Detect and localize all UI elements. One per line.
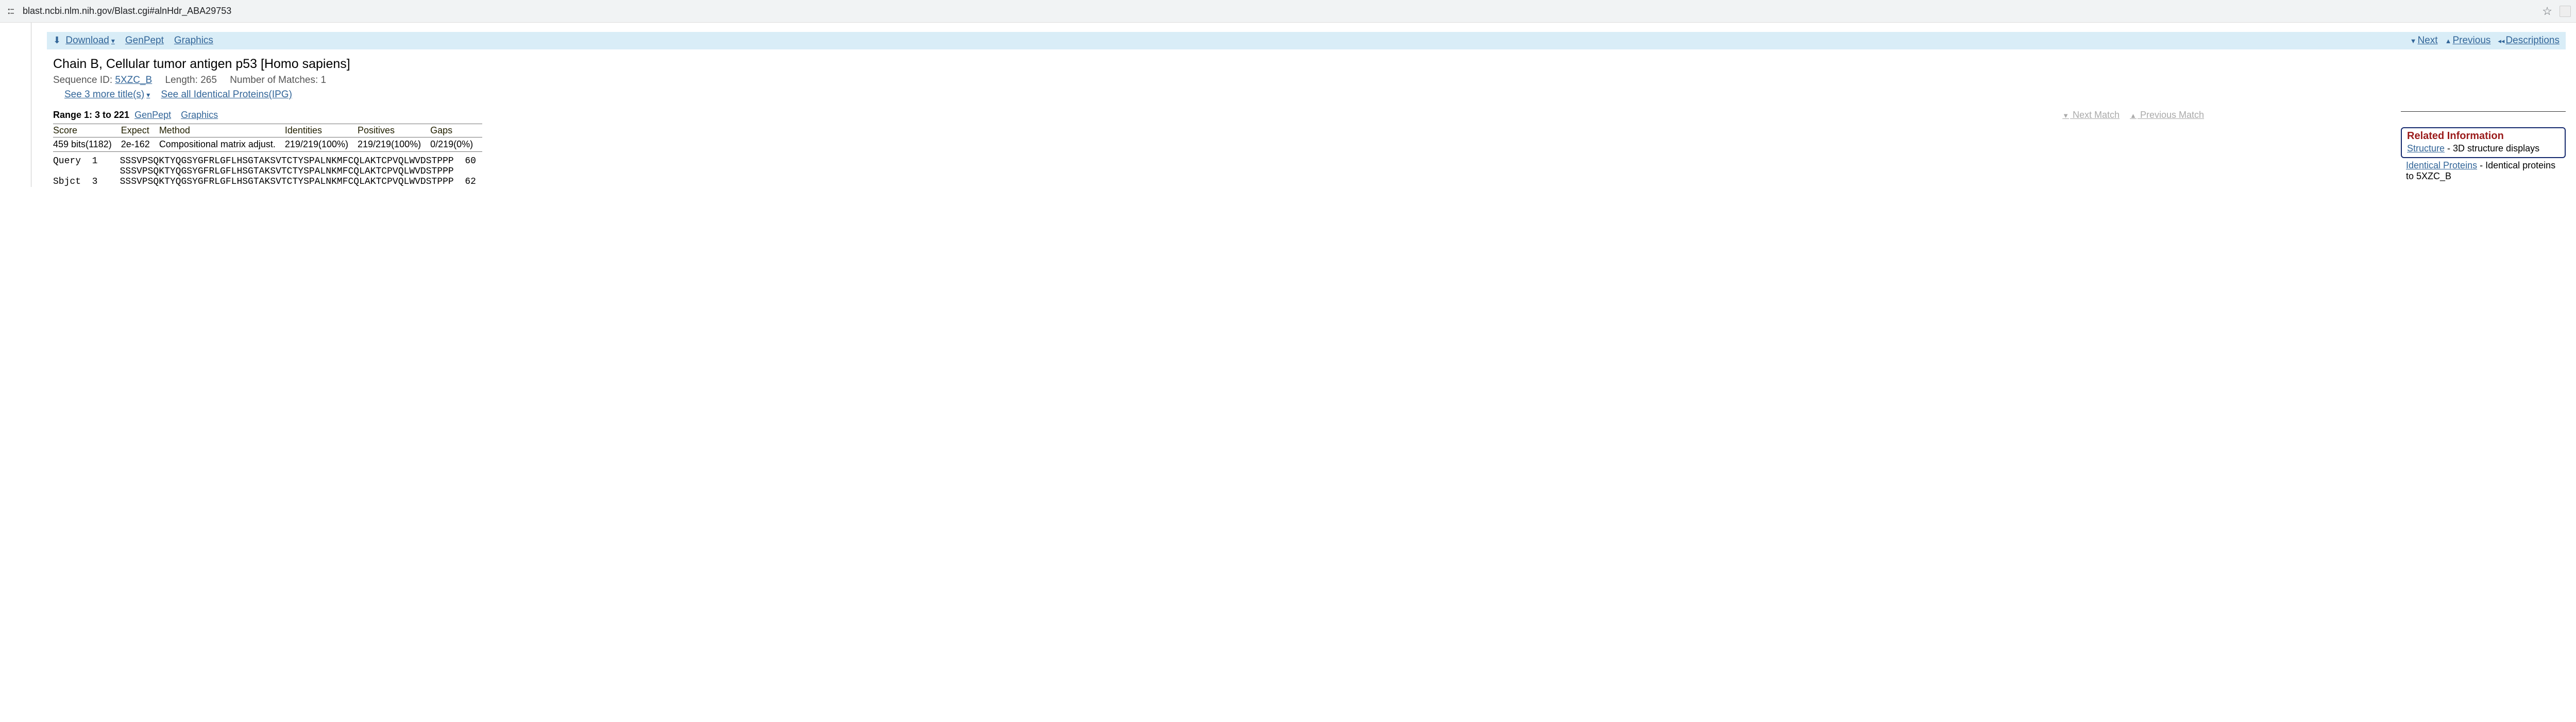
structure-desc: - 3D structure displays xyxy=(2445,143,2539,153)
previous-nav[interactable]: ▲Previous xyxy=(2445,35,2491,46)
next-link[interactable]: Next xyxy=(2418,35,2438,46)
next-match-nav: ▼ Next Match xyxy=(2062,110,2120,120)
genpept-link[interactable]: GenPept xyxy=(125,35,164,46)
triangle-up-icon: ▲ xyxy=(2445,37,2452,45)
descriptions-nav[interactable]: ◂◂Descriptions xyxy=(2498,35,2560,46)
download-icon: ⬇ xyxy=(53,35,61,45)
alignment-stats-table: Score Expect Method Identities Positives… xyxy=(53,124,482,152)
previous-link[interactable]: Previous xyxy=(2452,35,2490,46)
col-method: Method xyxy=(159,124,285,137)
sequence-title: Chain B, Cellular tumor antigen p53 [Hom… xyxy=(53,57,2374,72)
reader-mode-icon[interactable] xyxy=(2560,6,2571,17)
val-gaps: 0/219(0%) xyxy=(430,137,482,152)
sequence-meta: Sequence ID: 5XZC_B Length: 265 Number o… xyxy=(53,75,2374,86)
related-info-title: Related Information xyxy=(2407,130,2560,142)
identical-proteins-link[interactable]: Identical Proteins xyxy=(2406,160,2477,170)
prev-match-nav: ▲ Previous Match xyxy=(2130,110,2204,120)
related-info-box: Related Information Structure - 3D struc… xyxy=(2401,127,2566,158)
ipg-link[interactable]: See all Identical Proteins(IPG) xyxy=(161,89,292,100)
graphics-link[interactable]: Graphics xyxy=(174,35,213,46)
table-row: 459 bits(1182) 2e-162 Compositional matr… xyxy=(53,137,482,152)
val-positives: 219/219(100%) xyxy=(358,137,430,152)
matches-value: 1 xyxy=(321,75,327,85)
alignment-toolbar: ⬇ Download GenPept Graphics ▼Next ▲Previ… xyxy=(47,32,2566,49)
triangle-down-icon: ▼ xyxy=(2062,112,2069,119)
val-expect: 2e-162 xyxy=(121,137,159,152)
browser-address-bar: blast.ncbi.nlm.nih.gov/Blast.cgi#alnHdr_… xyxy=(0,0,2576,23)
seq-id-label: Sequence ID: xyxy=(53,75,112,85)
matches-label: Number of Matches: xyxy=(230,75,318,85)
site-info-icon[interactable] xyxy=(5,6,16,17)
col-gaps: Gaps xyxy=(430,124,482,137)
val-score: 459 bits(1182) xyxy=(53,137,121,152)
col-score: Score xyxy=(53,124,121,137)
download-label[interactable]: Download xyxy=(65,35,115,46)
next-nav[interactable]: ▼Next xyxy=(2410,35,2438,46)
aln-query-line: Query 1 SSSVPSQKTYQGSYGFRLGFLHSGTAKSVTCT… xyxy=(53,156,476,166)
triangle-down-icon: ▼ xyxy=(2410,37,2417,45)
aln-match-line: SSSVPSQKTYQGSYGFRLGFLHSGTAKSVTCTYSPALNKM… xyxy=(53,166,454,177)
divider xyxy=(2401,111,2566,112)
range-label: Range 1: 3 to 221 xyxy=(53,110,129,121)
val-identities: 219/219(100%) xyxy=(285,137,358,152)
structure-link[interactable]: Structure xyxy=(2407,143,2445,153)
alignment-block: Query 1 SSSVPSQKTYQGSYGFRLGFLHSGTAKSVTCT… xyxy=(53,156,2374,187)
rewind-icon: ◂◂ xyxy=(2498,37,2504,45)
triangle-up-icon: ▲ xyxy=(2130,112,2137,119)
col-expect: Expect xyxy=(121,124,159,137)
col-positives: Positives xyxy=(358,124,430,137)
length-label: Length: xyxy=(165,75,198,85)
more-titles-link[interactable]: See 3 more title(s) xyxy=(64,89,150,100)
range-genpept-link[interactable]: GenPept xyxy=(134,110,171,120)
next-match-label: Next Match xyxy=(2073,110,2120,120)
val-method: Compositional matrix adjust. xyxy=(159,137,285,152)
range-graphics-link[interactable]: Graphics xyxy=(181,110,218,120)
descriptions-link[interactable]: Descriptions xyxy=(2505,35,2560,46)
aln-sbjct-line: Sbjct 3 SSSVPSQKTYQGSYGFRLGFLHSGTAKSVTCT… xyxy=(53,177,476,187)
seq-id-link[interactable]: 5XZC_B xyxy=(115,75,152,85)
download-button[interactable]: ⬇ Download xyxy=(53,35,115,46)
bookmark-star-icon[interactable]: ☆ xyxy=(2542,5,2552,18)
url-text[interactable]: blast.ncbi.nlm.nih.gov/Blast.cgi#alnHdr_… xyxy=(23,6,2535,16)
length-value: 265 xyxy=(200,75,217,85)
prev-match-label: Previous Match xyxy=(2140,110,2204,120)
col-identities: Identities xyxy=(285,124,358,137)
